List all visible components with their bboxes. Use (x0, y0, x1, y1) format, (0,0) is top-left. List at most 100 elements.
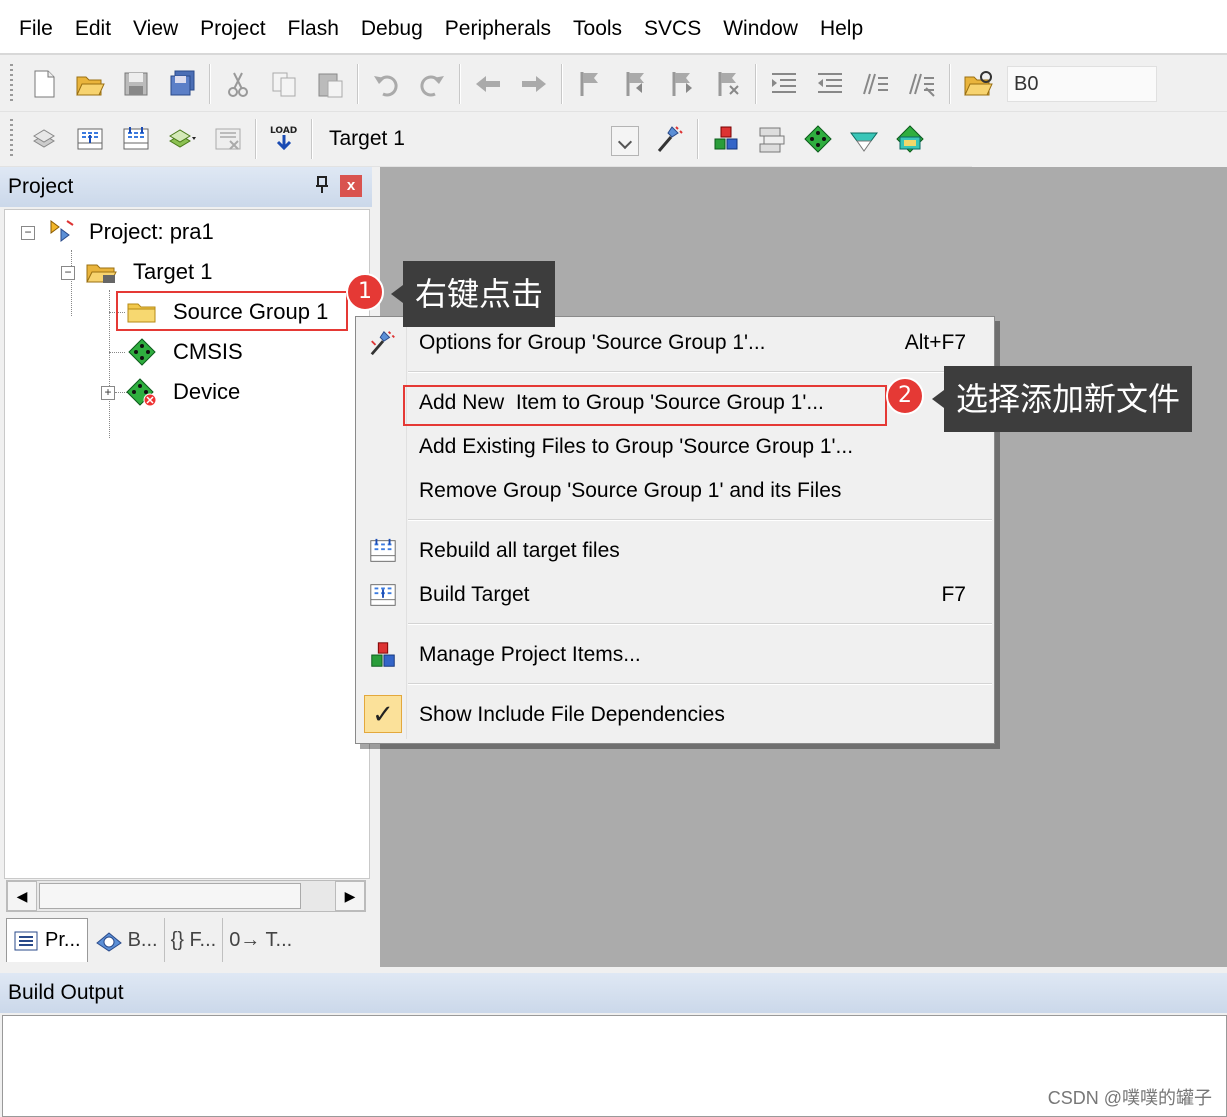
tree-item-cmsis[interactable]: CMSIS (125, 334, 243, 370)
menu-file[interactable]: File (8, 0, 64, 54)
collapse-toggle[interactable]: − (61, 266, 75, 280)
build-toolbar: LOAD Target 1 (0, 112, 972, 167)
menu-item-rebuild-all[interactable]: Rebuild all target files (356, 531, 994, 571)
expand-toggle[interactable]: + (101, 386, 115, 400)
build-icon (366, 579, 400, 611)
undo-icon[interactable] (363, 61, 409, 107)
menu-item-build-target[interactable]: Build Target F7 (356, 575, 994, 615)
menu-separator (408, 683, 992, 685)
manage-run-time-icon[interactable] (795, 116, 841, 162)
toolbar-separator (255, 119, 257, 159)
toolbar-separator (949, 64, 951, 104)
menu-item-remove-group[interactable]: Remove Group 'Source Group 1' and its Fi… (356, 471, 994, 511)
scroll-right-icon[interactable]: ▶ (335, 881, 365, 911)
unindent-icon[interactable] (807, 61, 853, 107)
chevron-down-icon[interactable] (611, 126, 639, 156)
close-icon[interactable]: x (340, 175, 362, 197)
back-icon[interactable] (465, 61, 511, 107)
build-icon[interactable] (67, 116, 113, 162)
menu-window[interactable]: Window (712, 0, 809, 54)
find-in-files-icon[interactable] (955, 61, 1001, 107)
menu-item-show-include-deps[interactable]: Show Include File Dependencies (356, 695, 994, 735)
menu-item-add-existing-files[interactable]: Add Existing Files to Group 'Source Grou… (356, 427, 994, 467)
pin-icon[interactable] (314, 175, 330, 200)
file-toolbar: B0 (0, 57, 1227, 112)
toolbar-separator (209, 64, 211, 104)
manage-project-items-icon[interactable] (703, 116, 749, 162)
build-output-pane[interactable]: CSDN @噗噗的罐子 (2, 1015, 1227, 1117)
cut-icon[interactable] (215, 61, 261, 107)
batch-build-icon[interactable] (159, 116, 205, 162)
tree-item-device[interactable]: Device (125, 374, 240, 410)
new-file-icon[interactable] (21, 61, 67, 107)
tab-books[interactable]: B... (88, 918, 165, 962)
stop-build-icon[interactable] (205, 116, 251, 162)
toolbar-separator (561, 64, 563, 104)
menu-help[interactable]: Help (809, 0, 874, 54)
tree-connector (109, 352, 125, 353)
tree-item-label: Project: pra1 (89, 219, 214, 244)
target-options-icon[interactable] (647, 116, 693, 162)
save-all-icon[interactable] (159, 61, 205, 107)
menu-project[interactable]: Project (189, 0, 276, 54)
target-select-value: Target 1 (329, 127, 405, 150)
menu-bar: File Edit View Project Flash Debug Perip… (0, 0, 1227, 55)
select-packs-icon[interactable] (749, 116, 795, 162)
toolbar-separator (311, 119, 313, 159)
toolbar-grip[interactable] (10, 119, 13, 159)
forward-icon[interactable] (511, 61, 557, 107)
next-bookmark-icon[interactable] (659, 61, 705, 107)
menu-item-label: Show Include File Dependencies (419, 703, 725, 726)
tree-item-target-1[interactable]: Target 1 (85, 254, 213, 290)
tree-item-label: Device (173, 379, 241, 404)
menu-item-label: Build Target (419, 583, 530, 606)
menu-view[interactable]: View (122, 0, 189, 54)
menu-item-options-for-group[interactable]: Options for Group 'Source Group 1'... Al… (356, 323, 994, 363)
indent-icon[interactable] (761, 61, 807, 107)
project-icon (50, 220, 74, 242)
find-combo-input[interactable]: B0 (1007, 66, 1157, 102)
menu-item-shortcut: F7 (941, 583, 966, 606)
rebuild-icon[interactable] (113, 116, 159, 162)
menu-peripherals[interactable]: Peripherals (434, 0, 562, 54)
tab-label: Pr... (45, 929, 81, 951)
load-icon[interactable]: LOAD (261, 116, 307, 162)
toolbar-separator (459, 64, 461, 104)
menu-svcs[interactable]: SVCS (633, 0, 712, 54)
collapse-toggle[interactable]: − (21, 226, 35, 240)
save-icon[interactable] (113, 61, 159, 107)
tree-item-project-root[interactable]: Project: pra1 (45, 214, 214, 250)
prev-bookmark-icon[interactable] (613, 61, 659, 107)
tab-templates[interactable]: 0→ T... (223, 918, 298, 962)
tab-label: 0→ T... (229, 928, 293, 951)
scrollbar-thumb[interactable] (39, 883, 301, 909)
comment-icon[interactable] (853, 61, 899, 107)
toolbar-grip[interactable] (10, 64, 13, 104)
callout-step-1: 右键点击 (390, 261, 556, 327)
component-icon (128, 338, 156, 366)
scroll-left-icon[interactable]: ◀ (7, 881, 37, 911)
software-packs-icon[interactable] (887, 116, 933, 162)
paste-icon[interactable] (307, 61, 353, 107)
menu-flash[interactable]: Flash (277, 0, 350, 54)
menu-edit[interactable]: Edit (64, 0, 122, 54)
menu-tools[interactable]: Tools (562, 0, 633, 54)
highlight-box-source-group (116, 291, 348, 331)
translate-icon[interactable] (21, 116, 67, 162)
panel-tabs: Pr... B... {} F... 0→ T... (6, 918, 366, 962)
redo-icon[interactable] (409, 61, 455, 107)
menu-separator (408, 519, 992, 521)
menu-item-manage-project-items[interactable]: Manage Project Items... (356, 635, 994, 675)
open-file-icon[interactable] (67, 61, 113, 107)
options-wand-icon (366, 327, 400, 359)
pack-installer-icon[interactable] (841, 116, 887, 162)
horizontal-scrollbar[interactable]: ◀ ▶ (6, 880, 366, 912)
tab-project[interactable]: Pr... (6, 918, 88, 962)
clear-bookmarks-icon[interactable] (705, 61, 751, 107)
uncomment-icon[interactable] (899, 61, 945, 107)
copy-icon[interactable] (261, 61, 307, 107)
tab-functions[interactable]: {} F... (165, 918, 224, 962)
bookmark-icon[interactable] (567, 61, 613, 107)
target-select[interactable]: Target 1 (317, 116, 647, 162)
menu-debug[interactable]: Debug (350, 0, 434, 54)
